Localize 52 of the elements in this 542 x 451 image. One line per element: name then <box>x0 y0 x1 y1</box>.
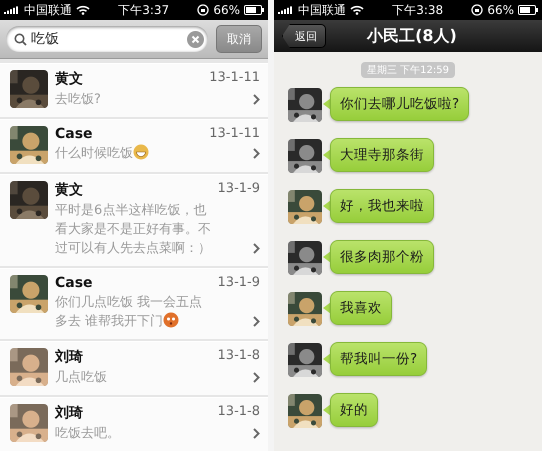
search-icon <box>14 32 27 46</box>
chevron-right-icon <box>253 428 260 439</box>
chevron-right-icon <box>253 148 260 159</box>
chat-title: 小民工(8人) <box>366 26 458 46</box>
message-date: 13-1-9 <box>218 181 260 198</box>
search-result-row[interactable]: Case 13-1-11 什么时候吃饭 <box>0 119 268 172</box>
clear-icon[interactable] <box>187 30 204 48</box>
contact-name: Case <box>55 275 93 291</box>
back-button[interactable]: 返回 <box>282 24 326 48</box>
battery-icon <box>518 5 538 15</box>
message-preview: 去吃饭? <box>55 91 102 109</box>
contact-name: 黄文 <box>55 181 83 199</box>
contact-name: 黄文 <box>55 70 83 88</box>
rotation-lock-icon <box>197 4 210 16</box>
search-result-row[interactable]: 刘琦 13-1-8 几点吃饭 <box>0 341 268 395</box>
battery-percent: 66% <box>487 3 514 17</box>
chevron-right-icon <box>253 372 260 383</box>
message-preview: 平时是6点半这样吃饭，也看大家是不是正好有事。不过可以有人先去点菜啊：） <box>55 202 212 258</box>
message-preview: 几点吃饭 <box>55 369 108 387</box>
message-date: 13-1-8 <box>218 348 260 365</box>
message-date: 13-1-11 <box>209 70 260 87</box>
chevron-right-icon <box>253 94 260 105</box>
rotation-lock-icon <box>471 4 484 16</box>
carrier-name: 中国联通 <box>24 2 72 18</box>
chevron-right-icon <box>253 316 260 327</box>
status-time: 下午3:38 <box>392 2 444 18</box>
contact-name: 刘琦 <box>55 404 83 422</box>
signal-icon <box>4 6 20 14</box>
blushing-emoji-icon <box>163 312 180 328</box>
search-result-row[interactable]: 黄文 13-1-11 去吃饭? <box>0 63 268 117</box>
message-preview: 什么时候吃饭 <box>55 144 215 163</box>
signal-icon <box>278 6 294 14</box>
chevron-right-icon <box>253 243 260 254</box>
search-field[interactable]: 吃饭 <box>6 26 208 52</box>
message-date: 13-1-9 <box>218 275 260 291</box>
message-preview: 你们几点吃饭 我一会五点多去 谁帮我开下门 <box>55 294 204 331</box>
wifi-icon <box>76 5 90 15</box>
battery-percent: 66% <box>213 3 240 17</box>
message-date: 13-1-11 <box>209 126 260 142</box>
wifi-icon <box>350 5 364 15</box>
search-result-row[interactable]: 刘琦 13-1-8 吃饭去吧。 <box>0 397 268 451</box>
grinning-emoji-icon <box>133 144 149 160</box>
contact-name: Case <box>55 126 93 142</box>
search-result-row[interactable]: Case 13-1-9 你们几点吃饭 我一会五点多去 谁帮我开下门 <box>0 268 268 339</box>
status-time: 下午3:37 <box>118 2 170 18</box>
battery-icon <box>244 5 264 15</box>
message-date: 13-1-8 <box>218 404 260 421</box>
message-preview: 吃饭去吧。 <box>55 425 121 443</box>
contact-name: 刘琦 <box>55 348 83 366</box>
timestamp: 星期三 下午12:59 <box>361 62 455 78</box>
search-result-row[interactable]: 黄文 13-1-9 平时是6点半这样吃饭，也看大家是不是正好有事。不过可以有人先去点菜啊：） <box>0 174 268 266</box>
carrier-name: 中国联通 <box>298 2 346 18</box>
